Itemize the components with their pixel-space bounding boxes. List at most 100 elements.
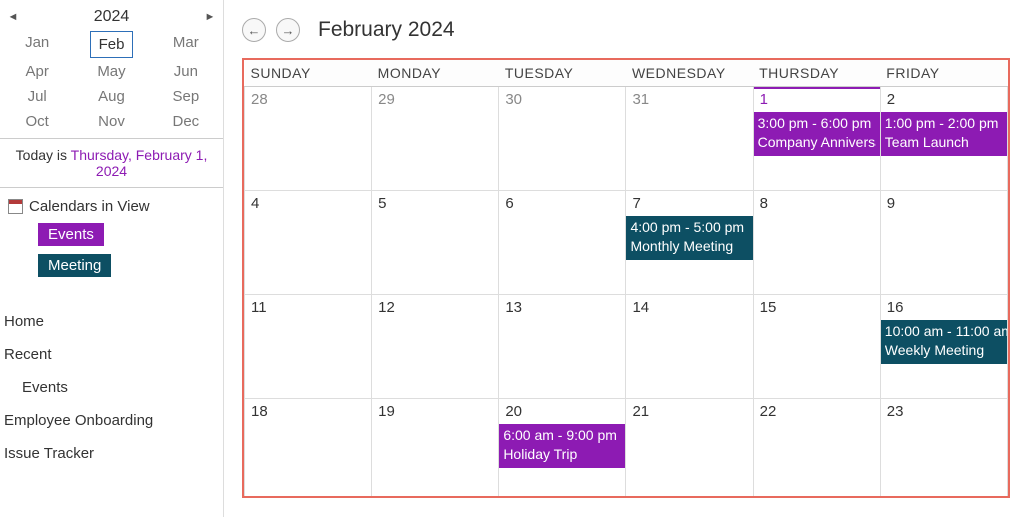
calendar-event[interactable]: 6:00 am - 9:00 pmHoliday Trip (499, 424, 625, 468)
weekday-header: WEDNESDAY (626, 60, 753, 87)
calendar-highlight-frame: SUNDAYMONDAYTUESDAYWEDNESDAYTHURSDAYFRID… (242, 58, 1010, 498)
day-cell[interactable]: 22 (753, 399, 880, 499)
day-number: 8 (754, 191, 880, 216)
day-number: 23 (881, 399, 1007, 424)
day-cell[interactable]: 18 (245, 399, 372, 499)
month-feb[interactable]: Feb (90, 31, 132, 58)
month-jun[interactable]: Jun (149, 59, 223, 84)
nav-recent[interactable]: Recent (0, 338, 223, 371)
today-date[interactable]: Thursday, February 1, 2024 (71, 147, 208, 179)
day-cell[interactable]: 5 (372, 191, 499, 295)
month-jan[interactable]: Jan (0, 30, 74, 59)
prev-year-button[interactable]: ◄ (0, 11, 26, 23)
weekday-header: SUNDAY (245, 60, 372, 87)
month-nov[interactable]: Nov (74, 109, 148, 134)
day-number: 2 (881, 87, 1007, 112)
months-grid: Jan Feb Mar AprMayJun JulAugSep OctNovDec (0, 30, 223, 134)
nav-home[interactable]: Home (0, 305, 223, 338)
day-number: 31 (626, 87, 752, 112)
day-cell[interactable]: 16 10:00 am - 11:00 am Weekly Meeting (880, 295, 1007, 399)
tag-meeting[interactable]: Meeting (38, 254, 111, 277)
year-picker: ◄ 2024 ► JanFebMarAprMayJunJulAugSepOctN… (0, 0, 223, 139)
event-title: Weekly Meeting (885, 341, 1003, 360)
day-cell[interactable]: 206:00 am - 9:00 pmHoliday Trip (499, 399, 626, 499)
nav-list: Home Recent Events Employee Onboarding I… (0, 305, 223, 470)
event-time: 1:00 pm - 2:00 pm (885, 115, 999, 131)
month-sep[interactable]: Sep (149, 84, 223, 109)
day-cell[interactable]: 6 (499, 191, 626, 295)
nav-issue-tracker[interactable]: Issue Tracker (0, 437, 223, 470)
month-may[interactable]: May (74, 59, 148, 84)
calendar-week-row: 1819206:00 am - 9:00 pmHoliday Trip21222… (245, 399, 1008, 499)
day-cell[interactable]: 13:00 pm - 6:00 pmCompany Anniversary (753, 87, 880, 191)
event-title: Team Launch (885, 133, 1003, 152)
day-cell[interactable]: 2 1:00 pm - 2:00 pm Team Launch (880, 87, 1007, 191)
today-prefix: Today is (16, 147, 71, 163)
day-cell[interactable]: 9 (880, 191, 1007, 295)
month-aug[interactable]: Aug (74, 84, 148, 109)
month-apr[interactable]: Apr (0, 59, 74, 84)
day-number: 21 (626, 399, 752, 424)
day-cell[interactable]: 74:00 pm - 5:00 pmMonthly Meeting (626, 191, 753, 295)
day-cell[interactable]: 12 (372, 295, 499, 399)
calendar-header-row: SUNDAYMONDAYTUESDAYWEDNESDAYTHURSDAYFRID… (245, 60, 1008, 87)
today-line: Today is Thursday, February 1, 2024 (0, 139, 223, 188)
month-oct[interactable]: Oct (0, 109, 74, 134)
day-cell[interactable]: 13 (499, 295, 626, 399)
day-cell[interactable]: 19 (372, 399, 499, 499)
tag-events[interactable]: Events (38, 223, 104, 246)
calendar-event[interactable]: 3:00 pm - 6:00 pm Company Anniversary (754, 112, 880, 156)
day-cell[interactable]: 15 (753, 295, 880, 399)
day-cell[interactable]: 14 (626, 295, 753, 399)
calendar-week-row: 45674:00 pm - 5:00 pmMonthly Meeting89 (245, 191, 1008, 295)
event-time: 3:00 pm - 6:00 pm (758, 115, 872, 131)
weekday-header: TUESDAY (499, 60, 626, 87)
calendar-week-row: 111213141516 10:00 am - 11:00 am Weekly Me… (245, 295, 1008, 399)
calendar-week-row: 2829303113:00 pm - 6:00 pmCompany Annive… (245, 87, 1008, 191)
day-cell[interactable]: 28 (245, 87, 372, 191)
day-cell[interactable]: 4 (245, 191, 372, 295)
month-dec[interactable]: Dec (149, 109, 223, 134)
day-cell[interactable]: 23 (880, 399, 1007, 499)
calendar-event[interactable]: 4:00 pm - 5:00 pmMonthly Meeting (626, 216, 752, 260)
sidebar: ◄ 2024 ► JanFebMarAprMayJunJulAugSepOctN… (0, 0, 224, 517)
calendar-event[interactable]: 10:00 am - 11:00 am Weekly Meeting (881, 320, 1007, 364)
day-number: 11 (245, 295, 371, 320)
calendar-toolbar: ← → February 2024 (242, 10, 1010, 50)
day-number: 7 (626, 191, 752, 216)
month-jul[interactable]: Jul (0, 84, 74, 109)
day-cell[interactable]: 31 (626, 87, 753, 191)
next-year-button[interactable]: ► (197, 11, 223, 23)
day-cell[interactable]: 8 (753, 191, 880, 295)
nav-events[interactable]: Events (0, 371, 223, 404)
next-month-button[interactable]: → (276, 18, 300, 42)
day-number: 4 (245, 191, 371, 216)
month-title: February 2024 (318, 18, 455, 42)
weekday-header: THURSDAY (753, 60, 880, 87)
day-number: 28 (245, 87, 371, 112)
day-cell[interactable]: 30 (499, 87, 626, 191)
calendars-in-view-label: Calendars in View (29, 198, 150, 215)
calendars-in-view-header: Calendars in View (0, 188, 223, 219)
calendar-grid: SUNDAYMONDAYTUESDAYWEDNESDAYTHURSDAYFRID… (244, 60, 1008, 498)
weekday-header: MONDAY (372, 60, 499, 87)
event-title: Company Anniversary (758, 133, 876, 152)
prev-month-button[interactable]: ← (242, 18, 266, 42)
day-cell[interactable]: 29 (372, 87, 499, 191)
calendar-icon (8, 199, 23, 214)
nav-employee-onboarding[interactable]: Employee Onboarding (0, 404, 223, 437)
day-number: 16 (881, 295, 1007, 320)
day-number: 20 (499, 399, 625, 424)
month-mar[interactable]: Mar (149, 30, 223, 59)
day-number: 18 (245, 399, 371, 424)
day-cell[interactable]: 11 (245, 295, 372, 399)
calendar-event[interactable]: 1:00 pm - 2:00 pm Team Launch (881, 112, 1007, 156)
day-number: 9 (881, 191, 1007, 216)
event-time: 6:00 am - 9:00 pm (503, 427, 617, 443)
day-cell[interactable]: 21 (626, 399, 753, 499)
day-number: 13 (499, 295, 625, 320)
event-title: Monthly Meeting (630, 237, 748, 256)
event-time: 10:00 am - 11:00 am (885, 323, 1007, 339)
day-number: 5 (372, 191, 498, 216)
day-number: 30 (499, 87, 625, 112)
